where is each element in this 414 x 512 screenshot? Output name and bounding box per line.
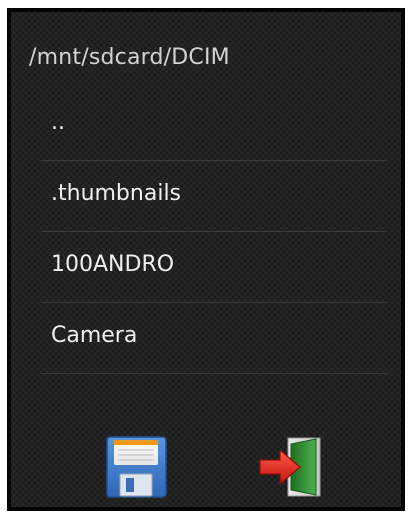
- list-item-label: 100ANDRO: [51, 252, 175, 277]
- save-button[interactable]: [101, 432, 171, 502]
- bottom-toolbar: [11, 432, 401, 502]
- list-item-parent-directory[interactable]: ..: [41, 90, 387, 161]
- file-list: .. .thumbnails 100ANDRO Camera: [11, 90, 401, 374]
- list-item-camera[interactable]: Camera: [41, 303, 387, 374]
- list-item-label: Camera: [51, 323, 138, 348]
- floppy-disk-save-icon: [106, 436, 167, 498]
- current-path-title: /mnt/sdcard/DCIM: [29, 45, 230, 70]
- exit-door-icon: [259, 437, 321, 497]
- exit-button[interactable]: [255, 432, 325, 502]
- list-item-100andro[interactable]: 100ANDRO: [41, 232, 387, 303]
- file-browser-panel: /mnt/sdcard/DCIM .. .thumbnails 100ANDRO…: [11, 12, 401, 507]
- dialog-frame: /mnt/sdcard/DCIM .. .thumbnails 100ANDRO…: [7, 8, 405, 511]
- list-item-label: .thumbnails: [51, 181, 182, 206]
- list-item-thumbnails[interactable]: .thumbnails: [41, 161, 387, 232]
- list-item-label: ..: [51, 110, 65, 135]
